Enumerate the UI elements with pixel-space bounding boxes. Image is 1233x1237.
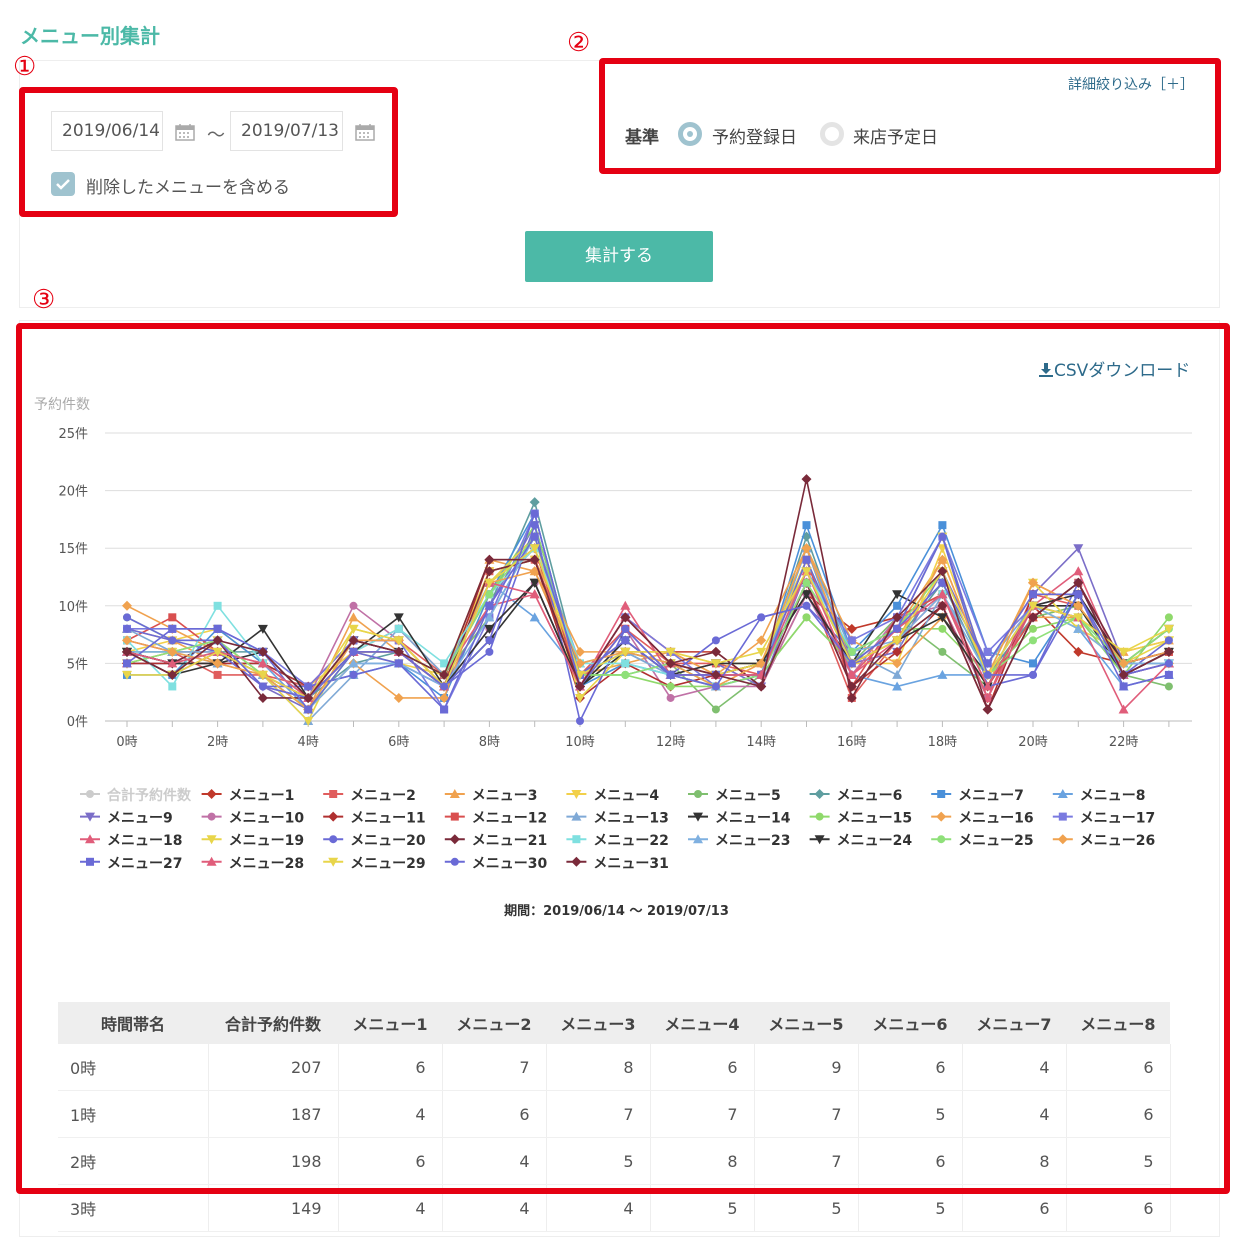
annotation-box-1 [19, 87, 398, 217]
annotation-box-2 [599, 58, 1221, 174]
annotation-box-3 [16, 323, 1230, 1194]
